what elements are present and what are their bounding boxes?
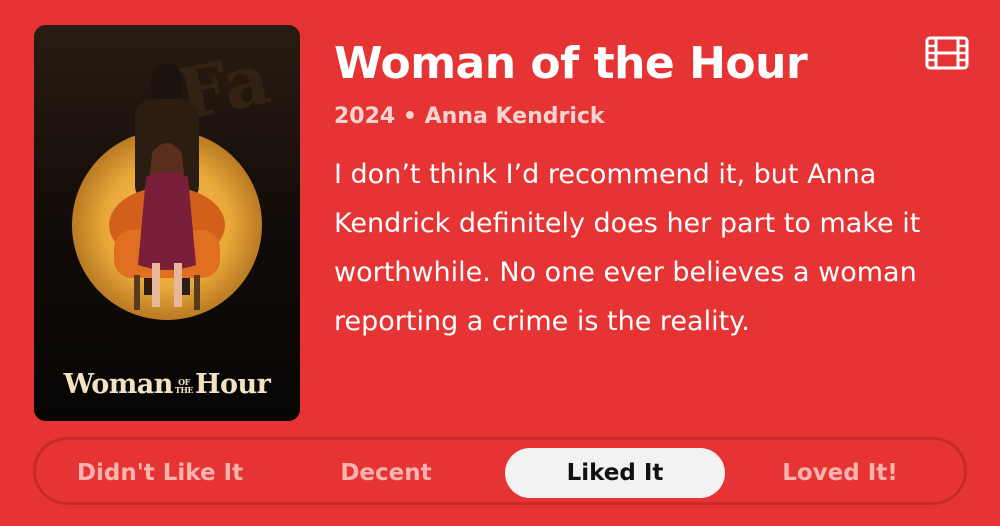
meta-separator: •	[402, 104, 417, 129]
film-icon	[925, 36, 969, 70]
movie-meta: 2024 • Anna Kendrick	[334, 104, 605, 129]
rating-option-decent[interactable]: Decent	[296, 448, 476, 498]
poster-title: Woman OF THEHour	[63, 369, 271, 400]
rating-option-liked-it[interactable]: Liked It	[505, 448, 725, 498]
movie-poster[interactable]: Fa Woman OF THEHour	[34, 25, 300, 421]
movie-title: Woman of the Hour	[334, 38, 808, 89]
review-text: I don’t think I’d recommend it, but Anna…	[334, 159, 921, 337]
movie-actor: Anna Kendrick	[424, 104, 605, 129]
rating-option-loved-it[interactable]: Loved It!	[750, 448, 930, 498]
poster-artwork: Fa	[34, 25, 300, 421]
rating-selector: Didn't Like It Decent Liked It Loved It!	[33, 437, 967, 505]
movie-year: 2024	[334, 104, 396, 129]
rating-option-didnt-like-it[interactable]: Didn't Like It	[70, 448, 250, 498]
